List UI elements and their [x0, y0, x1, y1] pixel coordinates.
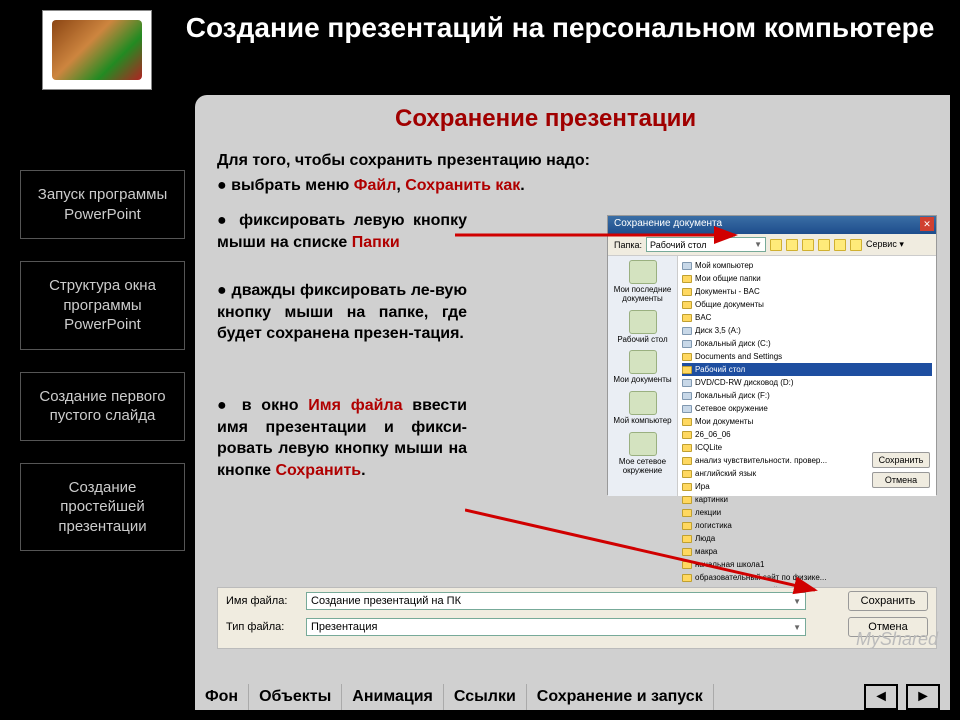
back-icon[interactable] [770, 239, 782, 251]
place-item[interactable]: Рабочий стол [610, 310, 675, 345]
filename-label: Имя файла: [226, 595, 298, 607]
file-row[interactable]: образовательный сайт по физике... [682, 571, 932, 584]
filetype-label: Тип файла: [226, 621, 298, 633]
place-item[interactable]: Мои документы [610, 350, 675, 385]
file-row[interactable]: Диск 3,5 (A:) [682, 324, 932, 337]
file-row[interactable]: начальная школа1 [682, 558, 932, 571]
content-area: Сохранение презентации Для того, чтобы с… [195, 95, 950, 710]
file-row[interactable]: логистика [682, 519, 932, 532]
tab-1[interactable]: Объекты [249, 684, 342, 710]
file-row[interactable]: Общие документы [682, 298, 932, 311]
file-row[interactable]: лекции [682, 506, 932, 519]
file-row[interactable]: Локальный диск (F:) [682, 389, 932, 402]
section-title: Сохранение презентации [395, 105, 696, 133]
intro-text: Для того, чтобы сохранить презентацию на… [217, 150, 917, 172]
file-row[interactable]: 26_06_06 [682, 428, 932, 441]
save-button[interactable]: Сохранить [848, 591, 928, 611]
bullet-2: ● фиксировать левую кнопку мыши на списк… [217, 210, 467, 253]
file-list[interactable]: Мой компьютерМои общие папкиДокументы - … [678, 256, 936, 496]
bullet-3: ● дважды фиксировать ле-вую кнопку мыши … [217, 280, 467, 345]
tab-2[interactable]: Анимация [342, 684, 444, 710]
file-row[interactable]: картинки [682, 493, 932, 506]
watermark: MyShared [856, 629, 938, 650]
file-row[interactable]: макра [682, 545, 932, 558]
file-row[interactable]: Документы - BAC [682, 285, 932, 298]
sidebar: Запуск программы PowerPoint Структура окн… [20, 170, 185, 573]
place-item[interactable]: Мое сетевое окружение [610, 432, 675, 476]
tab-4[interactable]: Сохранение и запуск [527, 684, 714, 710]
file-row[interactable]: Локальный диск (C:) [682, 337, 932, 350]
dialog-titlebar: Сохранение документа ✕ [608, 216, 936, 234]
file-row[interactable]: Documents and Settings [682, 350, 932, 363]
file-row[interactable]: Люда [682, 532, 932, 545]
file-row[interactable]: DVD/CD-RW дисковод (D:) [682, 376, 932, 389]
next-button[interactable]: ► [906, 684, 940, 710]
dialog-toolbar: Папка: Рабочий стол▼ Сервис ▾ [608, 234, 936, 256]
prev-button[interactable]: ◄ [864, 684, 898, 710]
tab-3[interactable]: Ссылки [444, 684, 527, 710]
places-bar: Мои последние документы Рабочий стол Мои д… [608, 256, 678, 496]
dialog-save-button[interactable]: Сохранить [872, 452, 930, 468]
sidebar-item-2[interactable]: Создание первого пустого слайда [20, 372, 185, 441]
place-item[interactable]: Мой компьютер [610, 391, 675, 426]
views-icon[interactable] [850, 239, 862, 251]
file-row[interactable]: Мои документы [682, 415, 932, 428]
save-panel: Имя файла: Создание презентаций на ПК▼ С… [217, 587, 937, 649]
bullet-1: ● выбрать меню Файл, Сохранить как. [217, 175, 917, 197]
delete-icon[interactable] [818, 239, 830, 251]
file-row[interactable]: Сетевое окружение [682, 402, 932, 415]
logo [42, 10, 152, 90]
up-icon[interactable] [786, 239, 798, 251]
place-item[interactable]: Мои последние документы [610, 260, 675, 304]
filename-field[interactable]: Создание презентаций на ПК▼ [306, 592, 806, 610]
file-row[interactable]: BAC [682, 311, 932, 324]
papka-dropdown[interactable]: Рабочий стол▼ [646, 237, 766, 252]
bullet-4: ● в окно Имя файла ввести имя презентаци… [217, 395, 467, 481]
file-row[interactable]: Мой компьютер [682, 259, 932, 272]
filetype-field[interactable]: Презентация▼ [306, 618, 806, 636]
search-icon[interactable] [802, 239, 814, 251]
bottom-nav: ФонОбъектыАнимацияСсылкиСохранение и зап… [195, 682, 950, 712]
save-dialog: Сохранение документа ✕ Папка: Рабочий ст… [607, 215, 937, 495]
service-menu[interactable]: Сервис ▾ [866, 239, 904, 250]
newfolder-icon[interactable] [834, 239, 846, 251]
close-icon[interactable]: ✕ [920, 217, 934, 231]
papka-label: Папка: [614, 240, 642, 250]
page-title: Создание презентаций на персональном ком… [180, 10, 940, 46]
sidebar-item-1[interactable]: Структура окна программы PowerPoint [20, 261, 185, 350]
sidebar-item-3[interactable]: Создание простейшей презентации [20, 463, 185, 552]
file-row[interactable]: Рабочий стол [682, 363, 932, 376]
sidebar-item-0[interactable]: Запуск программы PowerPoint [20, 170, 185, 239]
tab-0[interactable]: Фон [195, 684, 249, 710]
dialog-cancel-button[interactable]: Отмена [872, 472, 930, 488]
file-row[interactable]: Мои общие папки [682, 272, 932, 285]
